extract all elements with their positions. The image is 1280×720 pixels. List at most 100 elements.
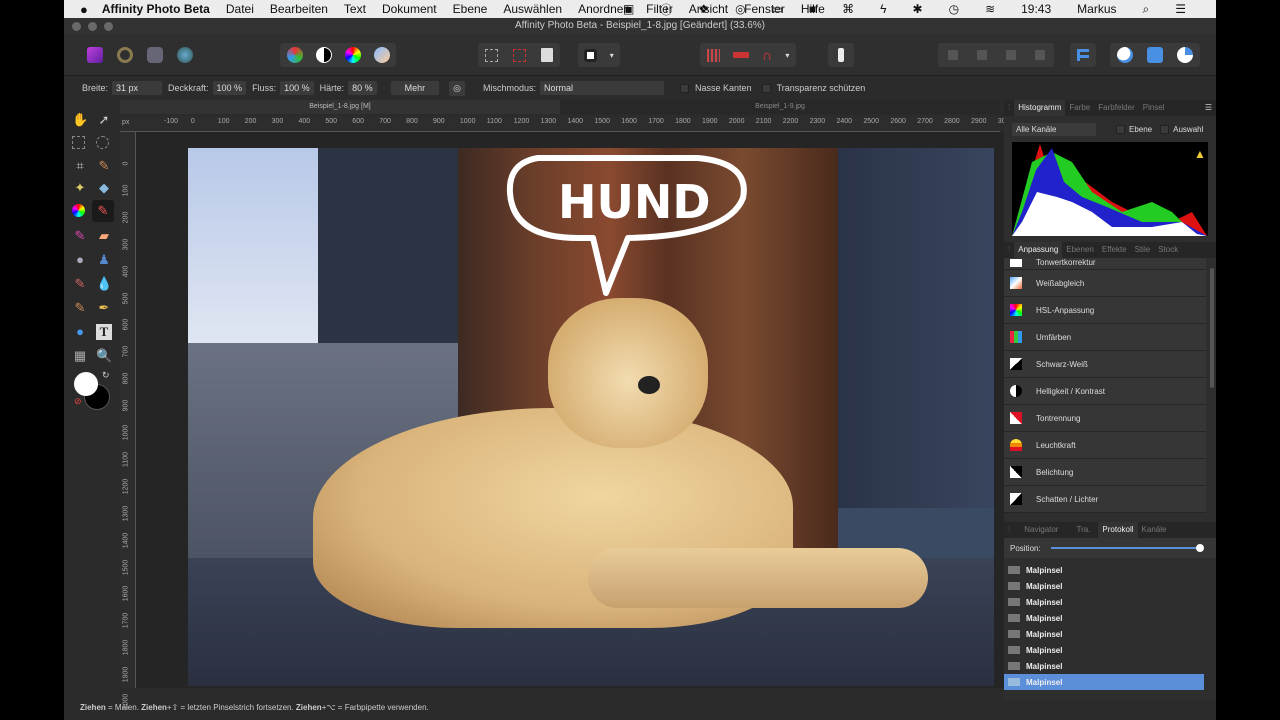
tab-protokoll[interactable]: Protokoll — [1098, 522, 1138, 538]
adj-exposure[interactable]: Belichtung — [1004, 459, 1206, 486]
adjustment-scrollbar[interactable] — [1210, 268, 1214, 388]
clone-stamp-icon[interactable]: ♟ — [96, 252, 112, 268]
bolt-icon[interactable]: ϟ — [880, 2, 886, 16]
smudge-icon[interactable]: ✎ — [72, 300, 88, 316]
healing-brush-icon[interactable]: ✎ — [72, 276, 88, 292]
tab-ebenen[interactable]: Ebenen — [1062, 242, 1098, 258]
menu-app[interactable]: Affinity Photo Beta — [102, 2, 210, 16]
ellipse-marquee-icon[interactable] — [96, 136, 109, 149]
history-item[interactable]: Malpinsel — [1004, 642, 1204, 658]
arrange-forward-icon[interactable] — [1005, 50, 1016, 60]
tab-beispiel-1-9[interactable]: Beispiel_1-9.jpg — [560, 100, 1000, 114]
menu-auswaehlen[interactable]: Auswählen — [503, 2, 562, 16]
contrast-icon[interactable] — [315, 47, 332, 63]
history-item[interactable]: Malpinsel — [1004, 626, 1204, 642]
bag-icon[interactable]: ■ — [809, 2, 816, 16]
text-tool-icon[interactable]: T — [96, 324, 112, 340]
rect-marquee-icon[interactable] — [72, 136, 85, 149]
crop-tool-icon[interactable]: ⌗ — [72, 158, 88, 174]
select-all-icon[interactable] — [485, 48, 499, 62]
quick-mask-icon[interactable] — [584, 48, 598, 62]
foreground-color-swatch[interactable] — [74, 372, 98, 396]
menu-dokument[interactable]: Dokument — [382, 2, 437, 16]
command-icon[interactable]: ⌘ — [842, 2, 854, 16]
no-color-icon[interactable]: ⊘ — [74, 396, 82, 407]
selection-brush-icon[interactable]: ✎ — [96, 158, 112, 174]
arrange-backward-icon[interactable] — [976, 50, 987, 60]
pen-tool-icon[interactable]: ✒ — [96, 300, 112, 316]
menu-text[interactable]: Text — [344, 2, 366, 16]
tab-farbe[interactable]: Farbe — [1065, 100, 1094, 116]
creative-cloud-icon[interactable]: ◎ — [735, 2, 745, 16]
flow-field[interactable]: 100 % — [280, 81, 314, 95]
boolean-intersect-icon[interactable] — [1177, 47, 1193, 63]
protect-alpha-checkbox[interactable] — [761, 83, 771, 93]
tab-anpassung[interactable]: Anpassung — [1014, 242, 1063, 258]
adj-posterize[interactable]: Tontrennung — [1004, 405, 1206, 432]
canvas[interactable]: HUND — [136, 132, 1004, 688]
arrange-back-icon[interactable] — [947, 50, 958, 60]
history-item[interactable]: Malpinsel — [1004, 610, 1204, 626]
info-icon[interactable]: ⓘ — [660, 1, 672, 18]
photo-persona-icon[interactable] — [87, 47, 103, 63]
adj-levels[interactable]: Tonwertkorrektur — [1004, 258, 1206, 270]
dropbox-icon[interactable]: ❖ — [698, 2, 709, 16]
history-item[interactable]: Malpinsel — [1004, 594, 1204, 610]
adj-vibrance[interactable]: Leuchtkraft — [1004, 432, 1206, 459]
position-slider-thumb[interactable] — [1195, 544, 1204, 552]
grid-icon[interactable] — [706, 48, 720, 62]
boolean-add-icon[interactable] — [1117, 47, 1133, 63]
eraser-icon[interactable]: ▰ — [96, 228, 112, 244]
blend-mode-select[interactable]: Normal — [540, 81, 665, 95]
white-balance-icon[interactable] — [373, 47, 390, 63]
tab-kanaele[interactable]: Kanäle — [1138, 522, 1171, 538]
move-tool-icon[interactable]: ➚ — [96, 112, 112, 128]
apple-icon[interactable]: ● — [80, 2, 88, 17]
blur-icon[interactable]: 💧 — [96, 276, 112, 292]
tab-transform[interactable]: Tra. — [1068, 522, 1098, 538]
magic-wand-icon[interactable]: ✦ — [72, 180, 88, 196]
menu-ebene[interactable]: Ebene — [453, 2, 488, 16]
bluetooth-icon[interactable]: ✱ — [913, 2, 923, 16]
color-picker-icon[interactable] — [72, 204, 85, 217]
hand-tool-icon[interactable]: ✋ — [72, 112, 88, 128]
panel-menu-icon[interactable]: ☰ — [1201, 100, 1216, 116]
history-item[interactable]: Malpinsel — [1004, 562, 1204, 578]
boolean-subtract-icon[interactable] — [1147, 47, 1163, 63]
tab-pinsel[interactable]: Pinsel — [1139, 100, 1169, 116]
layer-checkbox[interactable] — [1116, 124, 1125, 134]
menu-datei[interactable]: Datei — [226, 2, 254, 16]
zoom-button[interactable] — [104, 22, 113, 31]
arrange-front-icon[interactable] — [1034, 50, 1045, 60]
tab-stile[interactable]: Stile — [1131, 242, 1155, 258]
liquify-persona-icon[interactable] — [117, 47, 133, 63]
tab-navigator[interactable]: Navigator — [1014, 522, 1068, 538]
tab-stock[interactable]: Stock — [1154, 242, 1182, 258]
fill-tool-icon[interactable]: ◆ — [96, 180, 112, 196]
dodge-icon[interactable]: ● — [72, 252, 88, 268]
deselect-icon[interactable] — [512, 48, 526, 62]
width-field[interactable]: 31 px — [112, 81, 163, 95]
export-persona-icon[interactable] — [177, 47, 193, 63]
chevron-down-icon[interactable]: ▾ — [610, 51, 614, 60]
screen-record-icon[interactable]: ▣ — [623, 2, 634, 16]
tab-farbfelder[interactable]: Farbfelder — [1094, 100, 1138, 116]
adj-white-balance[interactable]: Weißabgleich — [1004, 270, 1206, 297]
position-slider[interactable] — [1050, 544, 1204, 552]
spotlight-icon[interactable]: ⌕ — [1143, 2, 1150, 17]
selection-checkbox[interactable] — [1160, 124, 1170, 134]
develop-persona-icon[interactable] — [147, 47, 163, 63]
history-item-selected[interactable]: Malpinsel — [1004, 674, 1204, 690]
tab-effekte[interactable]: Effekte — [1098, 242, 1131, 258]
adj-hsl[interactable]: HSL-Anpassung — [1004, 297, 1206, 324]
adj-brightness-contrast[interactable]: Helligkeit / Kontrast — [1004, 378, 1206, 405]
adj-black-white[interactable]: Schwarz-Weiß — [1004, 351, 1206, 378]
hardness-field[interactable]: 80 % — [348, 81, 377, 95]
invert-selection-icon[interactable] — [540, 48, 553, 62]
mesh-warp-icon[interactable]: ▦ — [72, 348, 88, 364]
adj-recolor[interactable]: Umfärben — [1004, 324, 1206, 351]
close-button[interactable] — [72, 22, 81, 31]
speech-shape-icon[interactable]: ● — [72, 324, 88, 340]
more-button[interactable]: Mehr — [390, 81, 440, 95]
magnet-icon[interactable]: ∩ — [762, 47, 772, 63]
